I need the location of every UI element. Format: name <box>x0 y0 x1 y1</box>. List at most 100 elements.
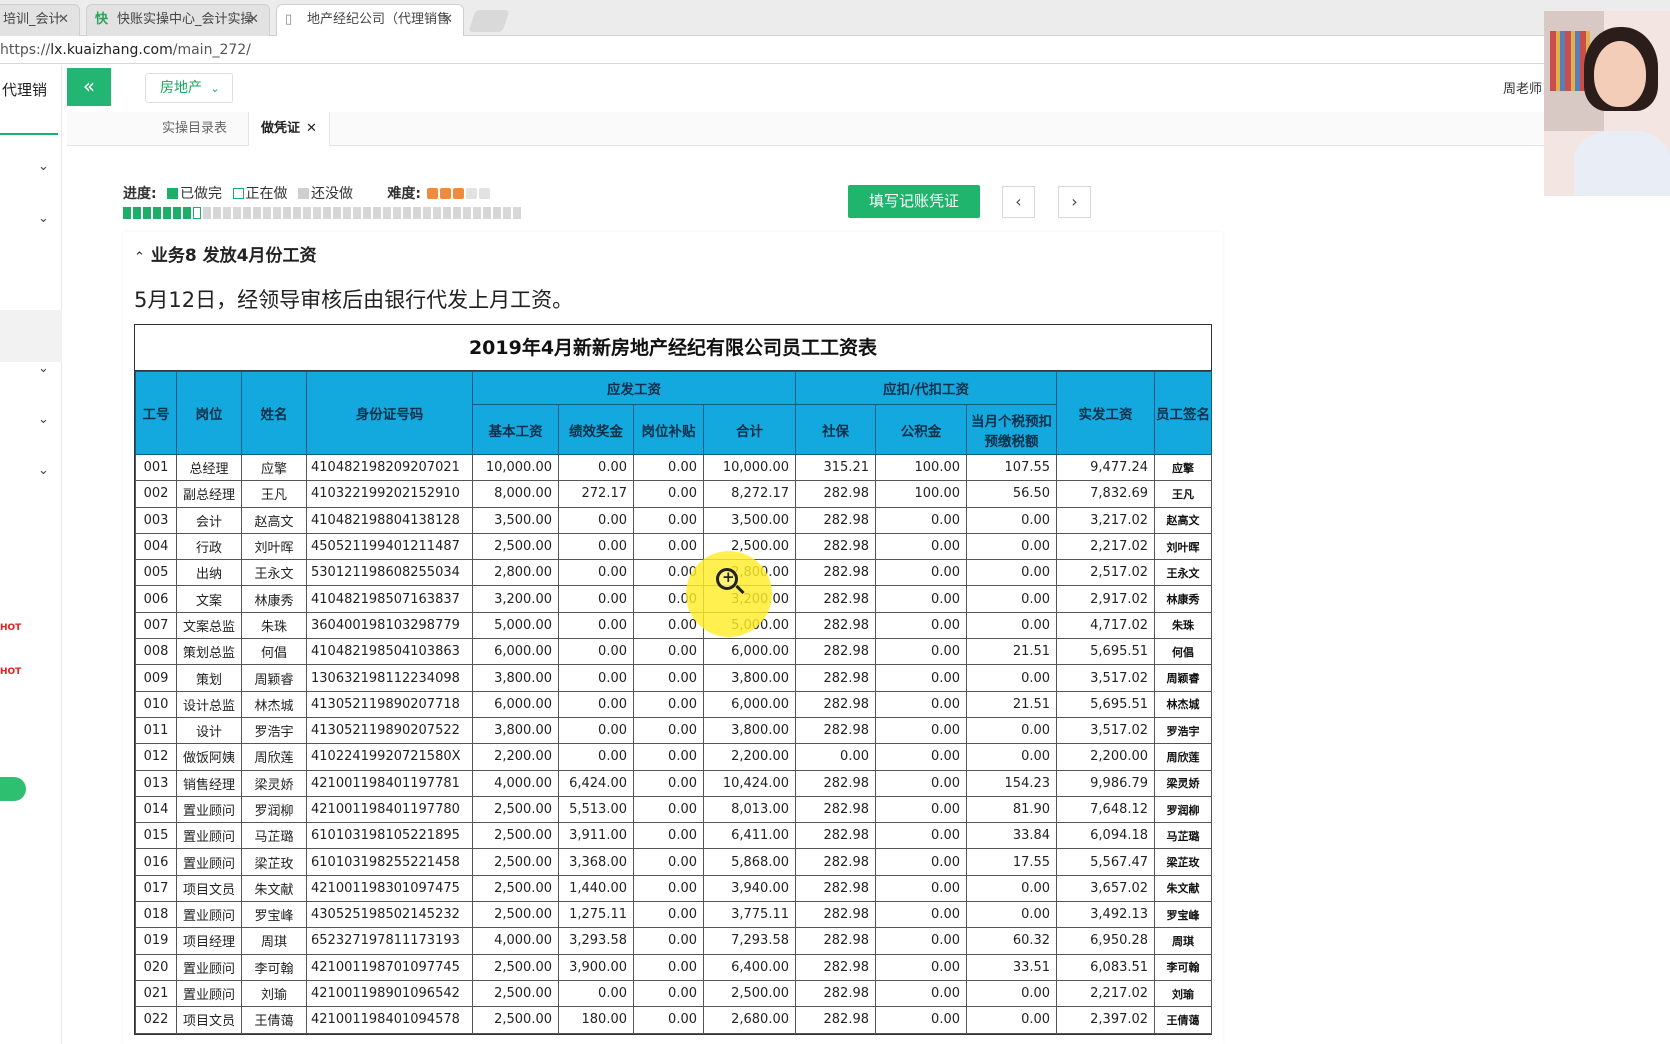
tab-voucher[interactable]: 做凭证 ✕ <box>248 112 330 146</box>
cell-bonus: 0.00 <box>558 743 634 771</box>
progress-step[interactable] <box>203 207 211 219</box>
browser-tab-2[interactable]: 快快账实操中心_会计实操 ✕ <box>86 4 270 36</box>
cell-fund: 0.00 <box>875 822 967 850</box>
progress-step[interactable] <box>393 207 401 219</box>
progress-step[interactable] <box>243 207 251 219</box>
cell-social: 282.98 <box>795 874 876 903</box>
cell-allowance: 0.00 <box>633 743 704 771</box>
cell-emp-no: 011 <box>135 716 177 745</box>
tab-catalog[interactable]: 实操目录表 <box>150 112 239 146</box>
progress-step[interactable] <box>273 207 281 219</box>
progress-step[interactable] <box>483 207 491 219</box>
cursor-highlight <box>686 551 772 637</box>
progress-step[interactable] <box>283 207 291 219</box>
progress-step[interactable] <box>343 207 351 219</box>
cell-net: 2,397.02 <box>1056 1006 1156 1034</box>
progress-step[interactable] <box>133 207 141 219</box>
chevron-down-icon[interactable]: ⌄ <box>38 361 52 376</box>
table-row: 015 置业顾问 马芷璐 610103198105221895 2,500.00 3,91… <box>135 822 1213 850</box>
progress-step[interactable] <box>303 207 311 219</box>
progress-step[interactable] <box>423 207 431 219</box>
cell-position: 设计 <box>176 716 242 745</box>
cell-signature: 罗浩宇 <box>1154 716 1213 745</box>
close-icon[interactable]: ✕ <box>442 5 453 35</box>
hot-badge: HOT <box>0 667 22 677</box>
table-row: 011 设计 罗浩宇 413052119890207522 3,800.00 0.00 0.… <box>135 716 1213 745</box>
sidebar-item-active[interactable] <box>0 310 62 362</box>
address-bar[interactable]: https://lx.kuaizhang.com/main_272/ <box>0 36 1670 64</box>
collapse-sidebar-button[interactable]: « <box>67 68 111 106</box>
progress-step[interactable] <box>253 207 261 219</box>
cell-emp-no: 012 <box>135 743 177 771</box>
progress-step[interactable] <box>353 207 361 219</box>
category-dropdown[interactable]: 房地产 ⌄ <box>145 73 233 103</box>
progress-step[interactable] <box>363 207 371 219</box>
cell-fund: 0.00 <box>875 795 967 824</box>
cell-total: 6,000.00 <box>703 638 796 666</box>
progress-step[interactable] <box>233 207 241 219</box>
close-icon[interactable]: ✕ <box>306 121 317 136</box>
cell-basic: 2,500.00 <box>472 795 559 824</box>
cell-fund: 0.00 <box>875 506 967 534</box>
progress-step[interactable] <box>333 207 341 219</box>
progress-step[interactable] <box>123 207 131 219</box>
progress-step[interactable] <box>443 207 451 219</box>
close-icon[interactable]: ✕ <box>58 5 69 35</box>
new-tab-button[interactable] <box>468 10 510 32</box>
progress-step[interactable] <box>513 207 521 219</box>
legend-todo: 还没做 <box>310 186 353 202</box>
browser-tab-1[interactable]: 培训_会计 ✕ <box>0 4 80 36</box>
close-icon[interactable]: ✕ <box>248 5 259 35</box>
progress-step[interactable] <box>463 207 471 219</box>
progress-step[interactable] <box>193 207 201 219</box>
progress-step[interactable] <box>383 207 391 219</box>
table-row: 009 策划 周颖睿 130632198112234098 3,800.00 0.00 0.… <box>135 664 1213 692</box>
header-social: 社保 <box>795 404 876 455</box>
progress-step[interactable] <box>413 207 421 219</box>
progress-step[interactable] <box>263 207 271 219</box>
chevron-down-icon[interactable]: ⌄ <box>38 159 52 174</box>
progress-step[interactable] <box>403 207 411 219</box>
chevron-down-icon[interactable]: ⌄ <box>38 463 52 478</box>
chevron-down-icon[interactable]: ⌄ <box>38 211 52 226</box>
progress-step[interactable] <box>373 207 381 219</box>
progress-step[interactable] <box>173 207 181 219</box>
cell-emp-no: 014 <box>135 795 177 824</box>
sidebar-pill-button[interactable] <box>0 777 26 801</box>
progress-step[interactable] <box>183 207 191 219</box>
progress-step[interactable] <box>453 207 461 219</box>
cell-position: 销售经理 <box>176 769 242 797</box>
business-title[interactable]: ⌃ 业务8 发放4月份工资 <box>134 241 316 266</box>
progress-step[interactable] <box>493 207 501 219</box>
cell-name: 周颖睿 <box>241 664 307 692</box>
presenter-body-image <box>1574 131 1670 196</box>
browser-tab-3[interactable]: ▯ 地产经纪公司（代理销售 ✕ <box>276 4 464 36</box>
cell-total: 3,500.00 <box>703 506 796 534</box>
progress-step[interactable] <box>223 207 231 219</box>
fill-voucher-button[interactable]: 填写记账凭证 <box>848 185 980 218</box>
progress-step[interactable] <box>313 207 321 219</box>
cell-emp-no: 013 <box>135 769 177 797</box>
progress-step[interactable] <box>293 207 301 219</box>
webcam-overlay <box>1544 11 1670 196</box>
cell-bonus: 0.00 <box>558 532 634 561</box>
cell-fund: 0.00 <box>875 769 967 797</box>
cell-position: 会计 <box>176 506 242 534</box>
progress-step[interactable] <box>473 207 481 219</box>
progress-step[interactable] <box>163 207 171 219</box>
progress-step[interactable] <box>433 207 441 219</box>
cell-fund: 0.00 <box>875 901 967 929</box>
next-button[interactable]: › <box>1058 186 1091 218</box>
progress-step[interactable] <box>153 207 161 219</box>
progress-step[interactable] <box>503 207 511 219</box>
cell-name: 梁芷玫 <box>241 848 307 876</box>
progress-step[interactable] <box>323 207 331 219</box>
prev-button[interactable]: ‹ <box>1002 186 1035 218</box>
progress-step[interactable] <box>143 207 151 219</box>
progress-step[interactable] <box>213 207 221 219</box>
cell-basic: 3,800.00 <box>472 716 559 745</box>
user-name[interactable]: 周老师 <box>1503 78 1542 97</box>
chevron-down-icon[interactable]: ⌄ <box>38 412 52 427</box>
page-favicon-icon: ▯ <box>285 12 293 27</box>
cell-position: 项目经理 <box>176 927 242 955</box>
